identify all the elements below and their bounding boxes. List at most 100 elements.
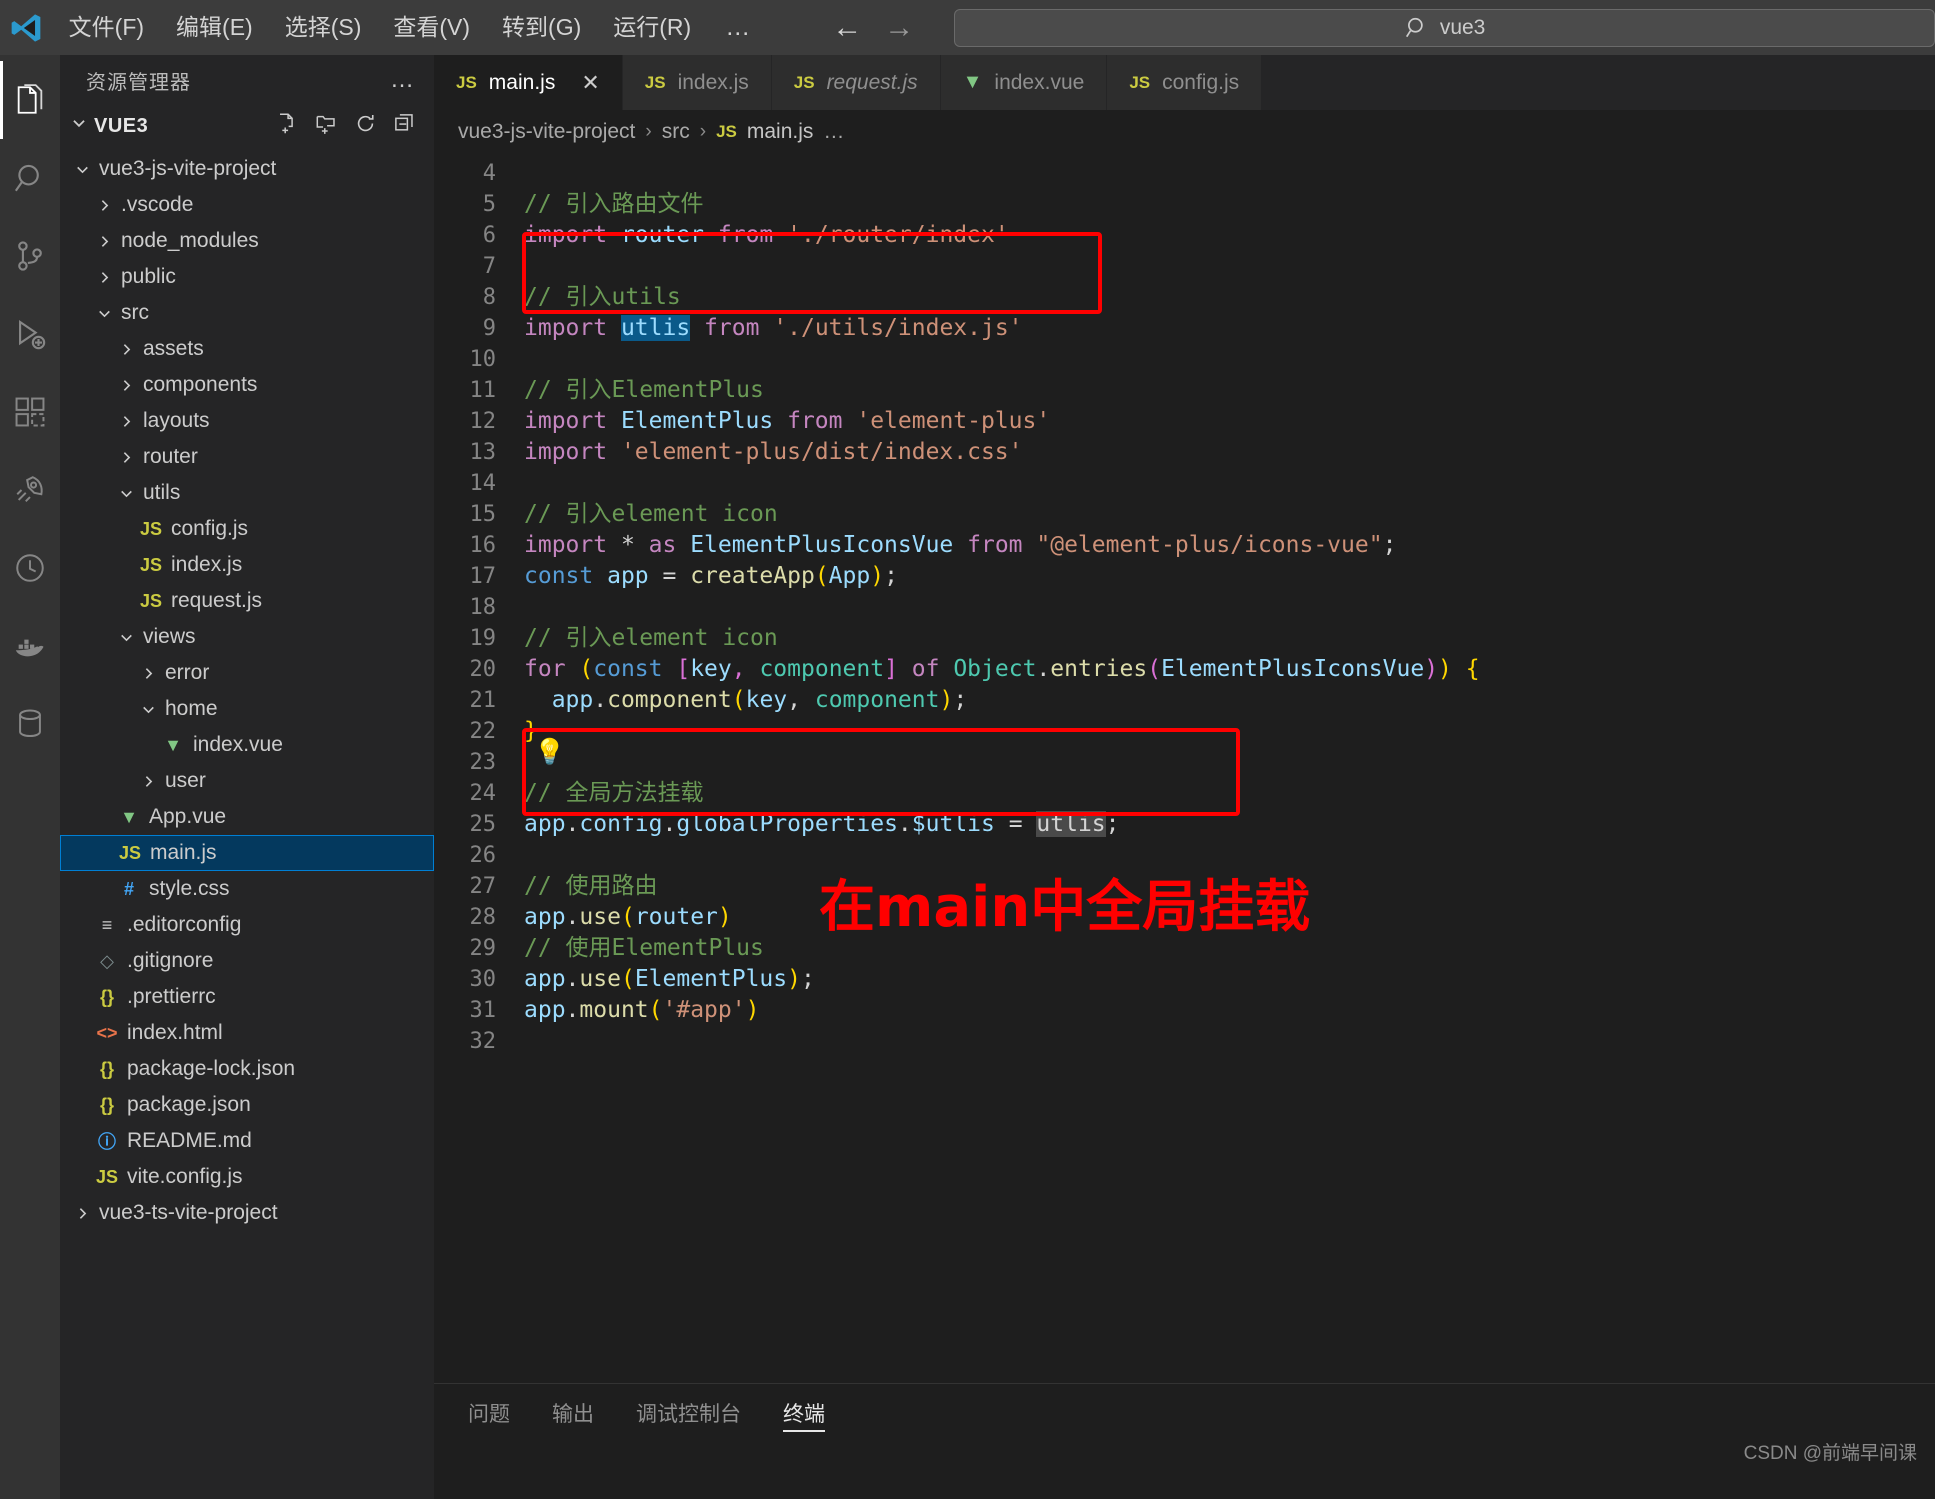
tree-item[interactable]: router: [60, 439, 434, 475]
new-file-icon[interactable]: [276, 112, 299, 141]
tree-item[interactable]: src: [60, 295, 434, 331]
line-number: 12: [469, 409, 497, 434]
tree-item[interactable]: views: [60, 619, 434, 655]
navigation-arrows: ← →: [830, 12, 916, 43]
tree-item[interactable]: home: [60, 691, 434, 727]
menu-edit[interactable]: 编辑(E): [160, 8, 269, 48]
tree-item[interactable]: {} package.json: [60, 1087, 434, 1123]
chevron-down-icon: [72, 161, 92, 178]
tree-item[interactable]: layouts: [60, 403, 434, 439]
menu-more-button[interactable]: …: [707, 9, 770, 46]
tree-item[interactable]: error: [60, 655, 434, 691]
tree-item[interactable]: vue3-ts-vite-project: [60, 1195, 434, 1231]
tree-item[interactable]: ▼ index.vue: [60, 727, 434, 763]
search-input[interactable]: vue3: [954, 8, 1935, 47]
tree-item[interactable]: JS index.js: [60, 547, 434, 583]
menu-bar: 文件(F) 编辑(E) 选择(S) 查看(V) 转到(G) 运行(R) …: [53, 8, 771, 48]
menu-file[interactable]: 文件(F): [53, 8, 160, 48]
sidebar-item-search[interactable]: [0, 139, 60, 217]
js-file-icon: JS: [1129, 72, 1151, 92]
workspace-root-row[interactable]: VUE3: [60, 105, 434, 147]
tab-index-vue[interactable]: ▼ index.vue: [940, 55, 1108, 110]
tree-item[interactable]: vue3-js-vite-project: [60, 151, 434, 187]
close-icon[interactable]: ✕: [581, 70, 599, 96]
sidebar-item-source-control[interactable]: [0, 217, 60, 295]
code-line: 11 // 引入ElementPlus: [434, 375, 1935, 406]
tree-item[interactable]: # style.css: [60, 871, 434, 907]
tree-item[interactable]: utils: [60, 475, 434, 511]
tree-item[interactable]: {} package-lock.json: [60, 1051, 434, 1087]
tree-item[interactable]: user: [60, 763, 434, 799]
tree-item[interactable]: public: [60, 259, 434, 295]
tree-item[interactable]: {} .prettierrc: [60, 979, 434, 1015]
tab-main-js[interactable]: JS main.js ✕: [434, 55, 623, 110]
tree-item[interactable]: JS request.js: [60, 583, 434, 619]
editor-tabs[interactable]: JS main.js ✕ JS index.js JS request.js ▼ index.v…: [434, 55, 1935, 110]
menu-run[interactable]: 运行(R): [597, 8, 707, 48]
panel-tab-问题[interactable]: 问题: [468, 1384, 510, 1442]
tree-item-label: router: [143, 445, 198, 468]
tree-item-label: index.js: [171, 553, 243, 576]
sidebar-item-database[interactable]: [0, 685, 60, 763]
sidebar-item-extensions[interactable]: [0, 373, 60, 451]
tree-item-selected[interactable]: JS main.js: [60, 835, 434, 871]
tree-item[interactable]: ▼ App.vue: [60, 799, 434, 835]
tree-item[interactable]: node_modules: [60, 223, 434, 259]
json-file-icon: {}: [99, 986, 114, 1007]
tree-item-label: components: [143, 373, 258, 396]
breadcrumb-file[interactable]: main.js: [747, 120, 814, 144]
tab-request-js[interactable]: JS request.js: [771, 55, 941, 110]
tree-item[interactable]: <> index.html: [60, 1015, 434, 1051]
arrow-left-icon[interactable]: ←: [830, 12, 864, 43]
line-number: 25: [469, 812, 497, 837]
line-text: // 引入element icon: [524, 501, 778, 527]
lightbulb-icon[interactable]: 💡: [534, 738, 565, 767]
menu-go[interactable]: 转到(G): [486, 8, 597, 48]
terminal-output[interactable]: CSDN @前端早间课: [434, 1442, 1935, 1499]
menu-view[interactable]: 查看(V): [377, 8, 486, 48]
tab-config-js[interactable]: JS config.js: [1107, 55, 1263, 110]
refresh-icon[interactable]: [354, 112, 377, 141]
chevron-right-icon: [94, 197, 114, 214]
line-number: 21: [469, 688, 497, 713]
breadcrumb-project[interactable]: vue3-js-vite-project: [458, 120, 635, 144]
breadcrumb[interactable]: vue3-js-vite-project › src › JS main.js …: [434, 110, 1935, 154]
line-number: 15: [469, 502, 497, 527]
tree-item[interactable]: ◇ .gitignore: [60, 943, 434, 979]
sidebar-item-docker[interactable]: [0, 607, 60, 685]
breadcrumb-src[interactable]: src: [662, 120, 690, 144]
sidebar-item-clock[interactable]: [0, 529, 60, 607]
explorer-more-button[interactable]: …: [390, 66, 416, 94]
file-tree[interactable]: vue3-js-vite-project .vscode node_modules p…: [60, 147, 434, 1499]
collapse-all-icon[interactable]: [393, 112, 416, 141]
tree-item[interactable]: ≡ .editorconfig: [60, 907, 434, 943]
sidebar-item-run-debug[interactable]: [0, 295, 60, 373]
panel-tab-输出[interactable]: 输出: [552, 1384, 594, 1442]
menu-selection[interactable]: 选择(S): [269, 8, 378, 48]
tree-item[interactable]: components: [60, 367, 434, 403]
sidebar-item-explorer[interactable]: [0, 61, 60, 139]
new-folder-icon[interactable]: [315, 112, 338, 141]
tree-item[interactable]: JS vite.config.js: [60, 1159, 434, 1195]
breadcrumb-more[interactable]: …: [823, 120, 844, 144]
chevron-right-icon: [138, 773, 158, 790]
tree-item-label: .gitignore: [127, 949, 214, 972]
arrow-right-icon[interactable]: →: [882, 12, 916, 43]
tree-item-label: package-lock.json: [127, 1057, 296, 1080]
panel-tab-调试控制台[interactable]: 调试控制台: [636, 1384, 741, 1442]
tree-item[interactable]: JS config.js: [60, 511, 434, 547]
sidebar-item-rocket[interactable]: [0, 451, 60, 529]
panel-tabs[interactable]: 问题 输出 调试控制台 终端: [434, 1384, 1935, 1442]
code-editor[interactable]: 4 5 // 引入路由文件 6 import router from './router…: [434, 154, 1935, 1383]
chevron-right-icon: [94, 269, 114, 286]
line-number: 9: [482, 316, 496, 341]
js-file-icon: JS: [139, 518, 163, 539]
tree-item[interactable]: ⓘ README.md: [60, 1123, 434, 1159]
tree-item[interactable]: .vscode: [60, 187, 434, 223]
line-text: import ElementPlus from 'element-plus': [524, 408, 1051, 434]
tree-item[interactable]: assets: [60, 331, 434, 367]
tab-label: index.vue: [994, 70, 1085, 94]
panel-tab-终端[interactable]: 终端: [783, 1384, 825, 1442]
chevron-right-icon: [72, 1205, 92, 1222]
tab-index-js[interactable]: JS index.js: [622, 55, 772, 110]
